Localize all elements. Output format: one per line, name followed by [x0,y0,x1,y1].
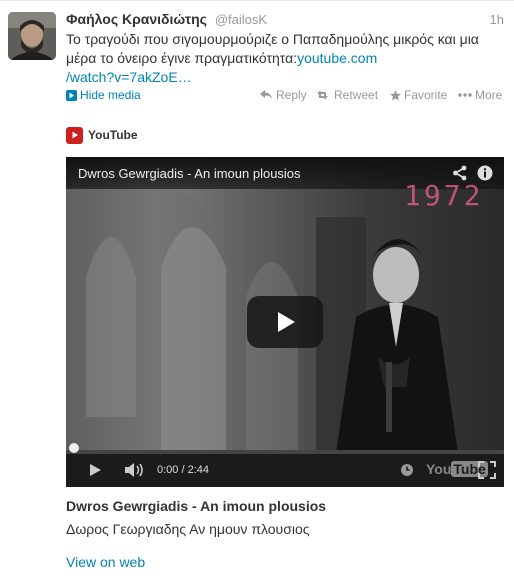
card-description: Δωρος Γεωργιαδης Αν ημουν πλουσιος [66,521,310,537]
media-provider: YouTube [66,125,138,145]
play-icon [278,312,295,332]
author-name[interactable]: Φαήλος Κρανιδιώτης [66,11,207,27]
player-controls: 0:00 / 2:44 You Tube [66,443,504,487]
reply-label: Reply [276,88,307,102]
watch-later-clock-icon[interactable] [400,463,414,477]
video-title[interactable]: Dwros Gewrgiadis - An imoun plousios [78,166,301,181]
tweet-header: Φαήλος Κρανιδιώτης @failosK 1h [66,11,504,29]
tweet: Φαήλος Κρανιδιώτης @failosK 1h Το τραγού… [0,0,514,576]
hide-media-label: Hide media [80,88,141,102]
media-play-icon [66,89,77,101]
avatar[interactable] [8,12,56,60]
favorite-button[interactable]: Favorite [390,88,447,102]
provider-name[interactable]: YouTube [88,128,138,142]
time-total: 2:44 [187,464,210,476]
volume-icon[interactable] [124,462,146,478]
hide-media-link[interactable]: Hide media [66,88,141,102]
reply-button[interactable]: Reply [260,88,307,102]
time-current: 0:00 [157,464,179,476]
reply-icon [260,90,272,99]
more-label: More [475,88,503,102]
fullscreen-icon[interactable] [478,461,496,479]
time-display: 0:00 / 2:44 [157,464,210,476]
video-player[interactable]: Dwros Gewrgiadis - An imoun plousios 197… [66,157,504,487]
avatar-image [8,12,56,60]
view-on-web-link[interactable]: View on web [66,554,145,570]
video-overlay-year: 1972 [404,179,484,212]
tweet-link-path: /watch?v=7akZoE… [66,69,192,85]
favorite-label: Favorite [404,88,448,102]
video-frame[interactable]: Dwros Gewrgiadis - An imoun plousios 197… [66,157,504,453]
play-pause-icon[interactable] [87,462,103,478]
progress-scrubber[interactable] [69,443,79,453]
big-play-button[interactable] [247,296,323,348]
star-icon [390,89,401,100]
youtube-logo-icon [66,126,83,144]
progress-bar[interactable] [66,443,504,454]
tweet-actions: Hide media Reply Retweet Favorite More [66,88,504,106]
retweet-icon [317,90,328,100]
tweet-text: Το τραγούδι που σιγομουρμούριζε ο Παπαδη… [66,30,506,87]
more-button[interactable]: More [458,88,502,102]
tweet-link-domain: youtube.com [297,50,378,66]
tweet-body: Το τραγούδι που σιγομουρμούριζε ο Παπαδη… [66,31,479,66]
retweet-button[interactable]: Retweet [317,88,378,102]
card-title[interactable]: Dwros Gewrgiadis - An imoun plousios [66,498,326,514]
more-dots-icon [458,93,472,97]
retweet-label: Retweet [334,88,379,102]
player-logo-you: You [426,461,452,477]
tweet-timestamp[interactable]: 1h [490,12,504,27]
author-handle[interactable]: @failosK [215,12,267,27]
